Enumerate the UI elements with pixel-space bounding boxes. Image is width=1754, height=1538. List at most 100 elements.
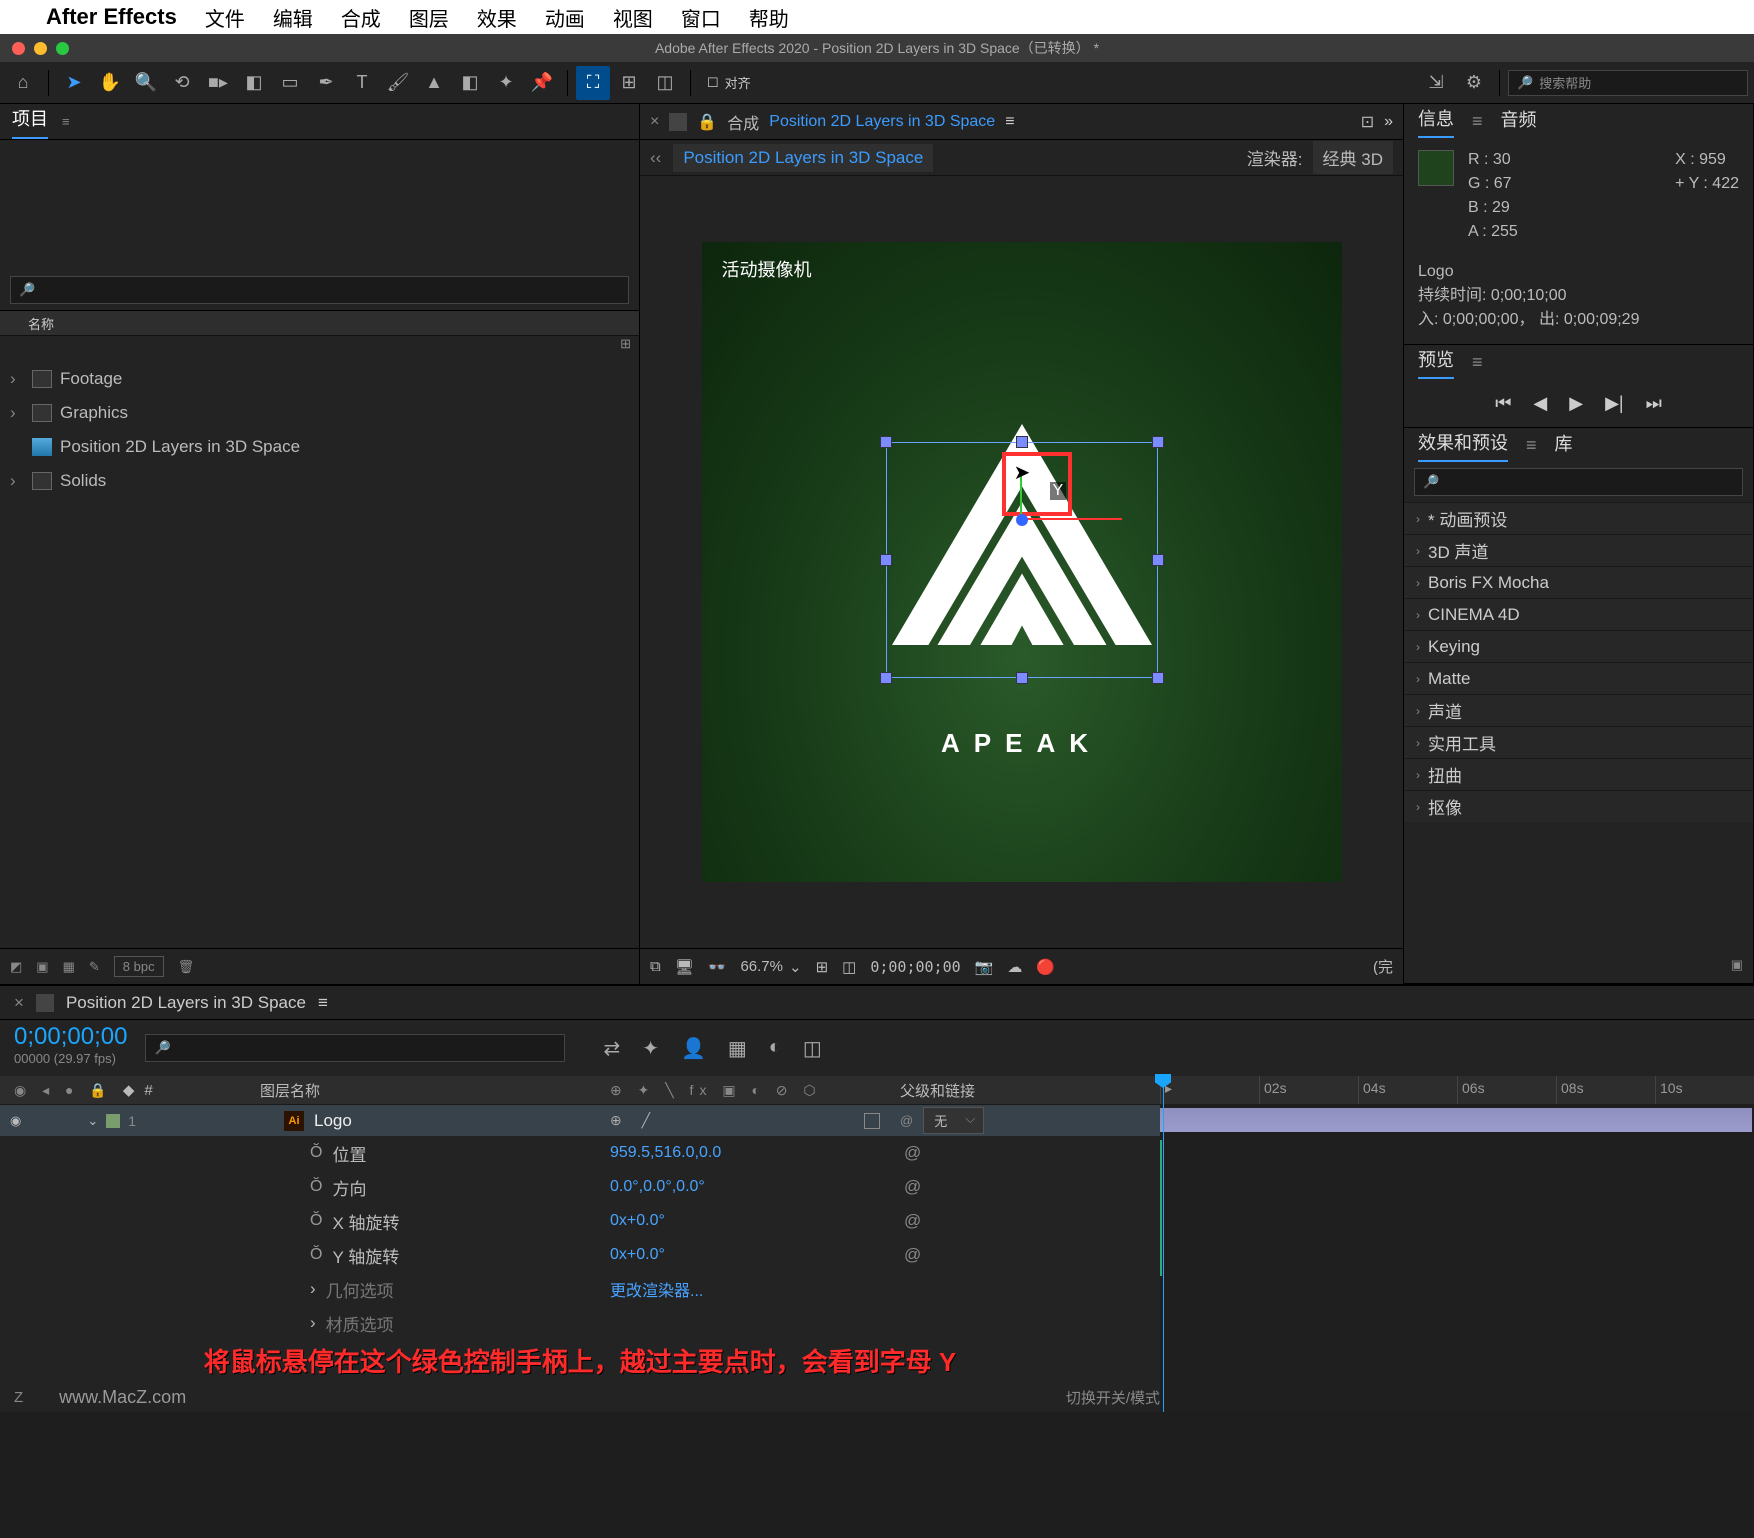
handle-tr[interactable] <box>1152 436 1164 448</box>
effects-footer-icon[interactable]: ▣ <box>1404 957 1753 983</box>
handle-tl[interactable] <box>880 436 892 448</box>
prop-row-material[interactable]: ›材质选项 <box>0 1306 1160 1340</box>
preset-row[interactable]: ›抠像 <box>1404 790 1753 822</box>
app-name[interactable]: After Effects <box>46 4 177 30</box>
snapping-group[interactable]: ☐ 对齐 <box>699 73 759 92</box>
prop-row-yrot[interactable]: ŎY 轴旋转0x+0.0°@ <box>0 1238 1160 1272</box>
adjust-icon[interactable]: ✎ <box>89 959 100 975</box>
flow-prev-icon[interactable]: ‹‹ <box>650 148 661 168</box>
parent-dropdown[interactable]: 无 <box>923 1107 984 1134</box>
brush-tool-icon[interactable]: 🖌 <box>381 66 415 100</box>
pickwhip-icon[interactable]: @ <box>904 1245 921 1264</box>
orbit-tool-icon[interactable]: ⟲ <box>165 66 199 100</box>
mask-toggle-icon[interactable]: ⧉ <box>650 958 661 975</box>
last-frame-icon[interactable]: ⏭ <box>1646 393 1662 414</box>
renderer-value[interactable]: 经典 3D <box>1313 141 1393 174</box>
time-ruler[interactable]: ▸ 02s 04s 06s 08s 10s <box>1160 1076 1754 1104</box>
region-icon[interactable]: ◫ <box>842 958 856 976</box>
col-switch-icons[interactable]: ⊕ ✦ ╲ fx ▣ ◐ ⊘ ⬡ <box>610 1082 822 1099</box>
flow-comp-name[interactable]: Position 2D Layers in 3D Space <box>673 144 933 172</box>
panel-menu-icon[interactable]: ≡ <box>1472 111 1483 132</box>
chevron-right-icon[interactable]: › <box>1416 672 1420 686</box>
video-toggle-icon[interactable]: ◉ <box>10 1113 21 1129</box>
chevron-right-icon[interactable]: › <box>10 471 24 491</box>
menu-window[interactable]: 窗口 <box>681 3 721 32</box>
home-icon[interactable]: ⌂ <box>6 66 40 100</box>
menu-effect[interactable]: 效果 <box>477 3 517 32</box>
chevron-right-icon[interactable]: › <box>1416 576 1420 590</box>
timeline-track-area[interactable]: ▸ 02s 04s 06s 08s 10s <box>1160 1076 1754 1412</box>
timeline-close-icon[interactable]: × <box>14 993 24 1013</box>
3d-layer-icon[interactable] <box>864 1113 880 1129</box>
handle-ml[interactable] <box>880 554 892 566</box>
stopwatch-icon[interactable]: Ŏ <box>310 1144 322 1162</box>
graph-editor-icon[interactable]: ◫ <box>803 1036 822 1061</box>
motion-blur-icon[interactable]: ◐ <box>769 1036 781 1061</box>
display-icon[interactable]: 🖥 <box>675 958 694 976</box>
workspace-switch-icon[interactable]: ⇲ <box>1419 66 1453 100</box>
toggle-switches-label[interactable]: 切换开关/模式 <box>1066 1387 1160 1408</box>
chevron-right-icon[interactable]: › <box>1416 608 1420 622</box>
layer-name[interactable]: Logo <box>314 1111 352 1131</box>
menu-view[interactable]: 视图 <box>613 3 653 32</box>
prop-value[interactable]: 959.5,516.0,0.0 <box>600 1144 880 1162</box>
panel-menu-icon[interactable]: ≡ <box>318 993 328 1013</box>
menu-composition[interactable]: 合成 <box>341 3 381 32</box>
resolution-label[interactable]: (完 <box>1373 956 1393 977</box>
next-frame-icon[interactable]: ▶| <box>1605 393 1624 414</box>
rect-tool-icon[interactable]: ▭ <box>273 66 307 100</box>
chevron-right-icon[interactable]: › <box>1416 512 1420 526</box>
col-layer-name[interactable]: 图层名称 <box>250 1080 600 1101</box>
menu-layer[interactable]: 图层 <box>409 3 449 32</box>
handle-tc[interactable] <box>1016 436 1028 448</box>
prev-frame-icon[interactable]: ◀ <box>1533 393 1547 414</box>
mac-menubar[interactable]: After Effects 文件 编辑 合成 图层 效果 动画 视图 窗口 帮助 <box>0 0 1754 34</box>
panel-menu-icon[interactable]: ≡ <box>1526 435 1537 456</box>
snap-checkbox-icon[interactable]: ☐ <box>707 75 719 91</box>
comp-viewer[interactable]: 活动摄像机 APEAK <box>640 176 1403 948</box>
puppet-tool-icon[interactable]: 📌 <box>525 66 559 100</box>
preset-row[interactable]: ›* 动画预设 <box>1404 502 1753 534</box>
pickwhip-icon[interactable]: @ <box>904 1177 921 1196</box>
chevron-right-icon[interactable]: › <box>1416 768 1420 782</box>
menu-help[interactable]: 帮助 <box>749 3 789 32</box>
chevron-right-icon[interactable]: › <box>1416 704 1420 718</box>
prop-value[interactable]: 0x+0.0° <box>600 1246 880 1264</box>
project-tab[interactable]: 项目 <box>12 105 48 139</box>
comp-canvas[interactable]: 活动摄像机 APEAK <box>702 242 1342 882</box>
camera-tool-icon[interactable]: ■▸ <box>201 66 235 100</box>
stopwatch-icon[interactable]: Ŏ <box>310 1246 322 1264</box>
pen-tool-icon[interactable]: ✒ <box>309 66 343 100</box>
effects-search[interactable]: 🔎 <box>1414 468 1743 496</box>
preset-row[interactable]: ›CINEMA 4D <box>1404 598 1753 630</box>
flowchart-icon[interactable]: ⊡ <box>1361 112 1374 132</box>
audio-tab[interactable]: 音频 <box>1501 106 1537 137</box>
preset-row[interactable]: ›3D 声道 <box>1404 534 1753 566</box>
menu-file[interactable]: 文件 <box>205 3 245 32</box>
new-folder-icon[interactable]: ▣ <box>36 959 48 975</box>
chevron-right-icon[interactable]: › <box>10 369 24 389</box>
pickwhip-icon[interactable]: @ <box>904 1211 921 1230</box>
chevron-right-icon[interactable]: › <box>1416 736 1420 750</box>
axis-local-icon[interactable]: ⛶ <box>576 66 610 100</box>
roto-tool-icon[interactable]: ✦ <box>489 66 523 100</box>
timeline-search[interactable]: 🔎 <box>145 1034 565 1062</box>
comp-close-icon[interactable]: × <box>650 113 659 131</box>
chevron-right-icon[interactable]: › <box>1416 800 1420 814</box>
chevron-down-icon[interactable]: ⌄ <box>789 958 802 976</box>
preset-row[interactable]: ›扭曲 <box>1404 758 1753 790</box>
chevron-right-icon[interactable]: › <box>1416 640 1420 654</box>
comp-mini-flowchart-icon[interactable]: ⇄ <box>603 1036 620 1061</box>
frame-blend-icon[interactable]: ▦ <box>728 1036 747 1061</box>
stamp-tool-icon[interactable]: ▲ <box>417 66 451 100</box>
preset-row[interactable]: ›Boris FX Mocha <box>1404 566 1753 598</box>
panel-opts-icon[interactable]: » <box>1384 113 1393 131</box>
library-tab[interactable]: 库 <box>1555 430 1573 461</box>
project-search[interactable]: 🔎 <box>10 276 629 304</box>
playhead[interactable] <box>1163 1076 1164 1412</box>
twirl-right-icon[interactable]: › <box>310 1313 316 1333</box>
trash-icon[interactable]: 🗑 <box>178 959 195 975</box>
pickwhip-icon[interactable]: @ <box>900 1113 913 1128</box>
layer-switches[interactable]: ⊕ ╱ <box>610 1112 658 1129</box>
preset-row[interactable]: ›声道 <box>1404 694 1753 726</box>
